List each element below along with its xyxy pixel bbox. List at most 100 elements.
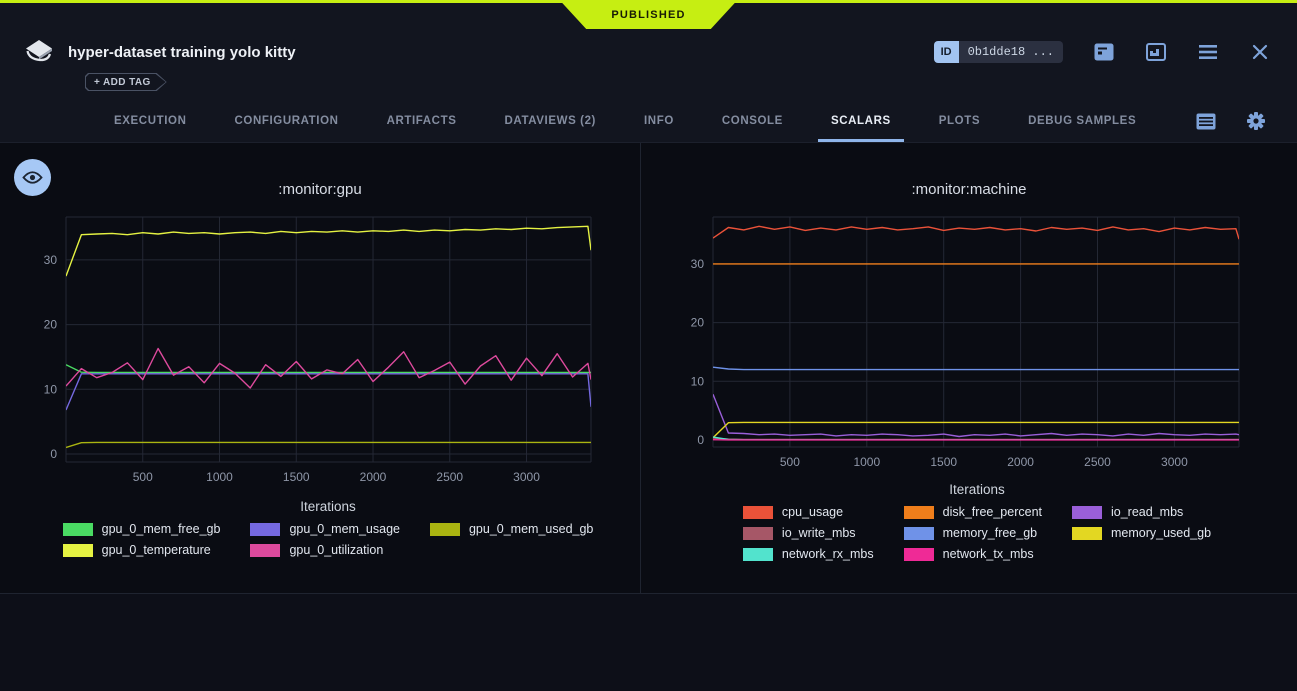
dataset-logo-icon bbox=[24, 39, 54, 65]
legend-label: gpu_0_temperature bbox=[102, 543, 211, 557]
image-icon[interactable] bbox=[1145, 41, 1167, 63]
experiment-tab-bar: EXECUTION CONFIGURATION ARTIFACTS DATAVI… bbox=[0, 100, 1297, 143]
notes-icon[interactable] bbox=[1093, 41, 1115, 63]
legend-item-memory_free_gb[interactable]: memory_free_gb bbox=[904, 526, 1042, 540]
legend-swatch-io_read_mbs bbox=[1072, 506, 1102, 519]
svg-text:20: 20 bbox=[44, 318, 58, 332]
legend-swatch-memory_used_gb bbox=[1072, 527, 1102, 540]
experiment-title: hyper-dataset training yolo kitty bbox=[68, 44, 296, 61]
svg-text:2000: 2000 bbox=[360, 470, 387, 484]
series-line-gpu_0_utilization bbox=[66, 349, 591, 389]
legend-swatch-gpu_0_mem_used_gb bbox=[430, 523, 460, 536]
menu-icon[interactable] bbox=[1197, 41, 1219, 63]
legend-item-gpu_0_mem_used_gb[interactable]: gpu_0_mem_used_gb bbox=[430, 522, 593, 536]
close-icon[interactable] bbox=[1249, 41, 1271, 63]
legend-item-gpu_0_utilization[interactable]: gpu_0_utilization bbox=[250, 543, 400, 557]
legend-item-gpu_0_temperature[interactable]: gpu_0_temperature bbox=[63, 543, 221, 557]
svg-text:3000: 3000 bbox=[513, 470, 540, 484]
svg-text:2500: 2500 bbox=[1084, 455, 1111, 469]
legend-swatch-network_tx_mbs bbox=[904, 548, 934, 561]
legend-item-gpu_0_mem_free_gb[interactable]: gpu_0_mem_free_gb bbox=[63, 522, 221, 536]
svg-text:30: 30 bbox=[44, 253, 58, 267]
svg-text:2000: 2000 bbox=[1007, 455, 1034, 469]
legend-label: io_write_mbs bbox=[782, 526, 856, 540]
tab-configuration[interactable]: CONFIGURATION bbox=[222, 100, 352, 142]
svg-text:0: 0 bbox=[697, 433, 704, 447]
tab-scalars[interactable]: SCALARS bbox=[818, 100, 904, 142]
series-line-io_read_mbs bbox=[713, 394, 1239, 436]
legend-swatch-io_write_mbs bbox=[743, 527, 773, 540]
legend-label: memory_used_gb bbox=[1111, 526, 1211, 540]
table-view-icon[interactable] bbox=[1195, 110, 1217, 132]
svg-text:500: 500 bbox=[133, 470, 153, 484]
machine-chart-legend: cpu_usage disk_free_percent io_read_mbs io_… bbox=[743, 505, 1211, 561]
svg-text:30: 30 bbox=[691, 257, 705, 271]
machine-chart-plot[interactable]: 500 1000 1500 2000 2500 3000 0 10 20 30 bbox=[641, 202, 1295, 480]
legend-swatch-gpu_0_mem_free_gb bbox=[63, 523, 93, 536]
legend-swatch-disk_free_percent bbox=[904, 506, 934, 519]
empty-footer-area bbox=[0, 594, 1297, 691]
legend-swatch-gpu_0_utilization bbox=[250, 544, 280, 557]
legend-label: network_rx_mbs bbox=[782, 547, 874, 561]
svg-text:2500: 2500 bbox=[436, 470, 463, 484]
gpu-chart-plot[interactable]: 500 1000 1500 2000 2500 3000 0 10 20 30 bbox=[0, 202, 641, 497]
legend-swatch-network_rx_mbs bbox=[743, 548, 773, 561]
settings-gear-icon[interactable] bbox=[1245, 110, 1267, 132]
series-line-gpu_0_mem_free_gb bbox=[66, 365, 591, 373]
legend-swatch-cpu_usage bbox=[743, 506, 773, 519]
svg-text:1000: 1000 bbox=[853, 455, 880, 469]
machine-chart-title: :monitor:machine bbox=[641, 181, 1297, 198]
svg-text:500: 500 bbox=[780, 455, 800, 469]
tab-console[interactable]: CONSOLE bbox=[709, 100, 796, 142]
legend-swatch-memory_free_gb bbox=[904, 527, 934, 540]
svg-text:20: 20 bbox=[691, 316, 705, 330]
tab-info[interactable]: INFO bbox=[631, 100, 687, 142]
machine-xaxis-label: Iterations bbox=[649, 482, 1297, 497]
svg-text:3000: 3000 bbox=[1161, 455, 1188, 469]
id-chip-label: ID bbox=[934, 41, 959, 63]
experiment-id-badge[interactable]: ID 0b1dde18 ... bbox=[934, 41, 1063, 63]
legend-swatch-gpu_0_mem_usage bbox=[250, 523, 280, 536]
legend-label: cpu_usage bbox=[782, 505, 843, 519]
id-value: 0b1dde18 ... bbox=[959, 41, 1063, 63]
series-line-gpu_0_mem_used_gb bbox=[66, 442, 591, 447]
svg-text:0: 0 bbox=[50, 447, 57, 461]
legend-swatch-gpu_0_temperature bbox=[63, 544, 93, 557]
legend-label: gpu_0_utilization bbox=[289, 543, 383, 557]
scalars-charts-section: :monitor:gpu 500100015002000250030000102… bbox=[0, 143, 1297, 594]
tab-artifacts[interactable]: ARTIFACTS bbox=[374, 100, 470, 142]
add-tag-button[interactable]: + ADD TAG bbox=[85, 73, 167, 91]
legend-item-network_tx_mbs[interactable]: network_tx_mbs bbox=[904, 547, 1042, 561]
svg-text:10: 10 bbox=[691, 374, 705, 388]
legend-label: io_read_mbs bbox=[1111, 505, 1183, 519]
tab-debug-samples[interactable]: DEBUG SAMPLES bbox=[1015, 100, 1149, 142]
tab-dataviews[interactable]: DATAVIEWS (2) bbox=[492, 100, 610, 142]
add-tag-label: + ADD TAG bbox=[94, 77, 151, 88]
tab-plots[interactable]: PLOTS bbox=[926, 100, 993, 142]
legend-item-gpu_0_mem_usage[interactable]: gpu_0_mem_usage bbox=[250, 522, 400, 536]
legend-label: gpu_0_mem_free_gb bbox=[102, 522, 221, 536]
show-hide-metrics-eye-button[interactable] bbox=[14, 159, 51, 196]
svg-text:10: 10 bbox=[44, 382, 58, 396]
svg-text:1000: 1000 bbox=[206, 470, 233, 484]
legend-item-network_rx_mbs[interactable]: network_rx_mbs bbox=[743, 547, 874, 561]
legend-label: network_tx_mbs bbox=[943, 547, 1034, 561]
legend-label: gpu_0_mem_used_gb bbox=[469, 522, 593, 536]
legend-item-io_read_mbs[interactable]: io_read_mbs bbox=[1072, 505, 1211, 519]
status-badge-label: PUBLISHED bbox=[611, 9, 685, 21]
legend-label: gpu_0_mem_usage bbox=[289, 522, 400, 536]
series-line-gpu_0_temperature bbox=[66, 226, 591, 276]
machine-chart-panel: :monitor:machine 500 1000 1500 2000 2500 3000… bbox=[641, 143, 1297, 593]
series-line-memory_free_gb bbox=[713, 367, 1239, 369]
legend-item-io_write_mbs[interactable]: io_write_mbs bbox=[743, 526, 874, 540]
legend-item-memory_used_gb[interactable]: memory_used_gb bbox=[1072, 526, 1211, 540]
legend-item-disk_free_percent[interactable]: disk_free_percent bbox=[904, 505, 1042, 519]
status-badge: PUBLISHED bbox=[560, 0, 738, 29]
legend-item-cpu_usage[interactable]: cpu_usage bbox=[743, 505, 874, 519]
series-line-cpu_usage bbox=[713, 226, 1239, 239]
tab-execution[interactable]: EXECUTION bbox=[101, 100, 200, 142]
legend-label: disk_free_percent bbox=[943, 505, 1042, 519]
svg-text:1500: 1500 bbox=[930, 455, 957, 469]
legend-label: memory_free_gb bbox=[943, 526, 1038, 540]
svg-text:1500: 1500 bbox=[283, 470, 310, 484]
